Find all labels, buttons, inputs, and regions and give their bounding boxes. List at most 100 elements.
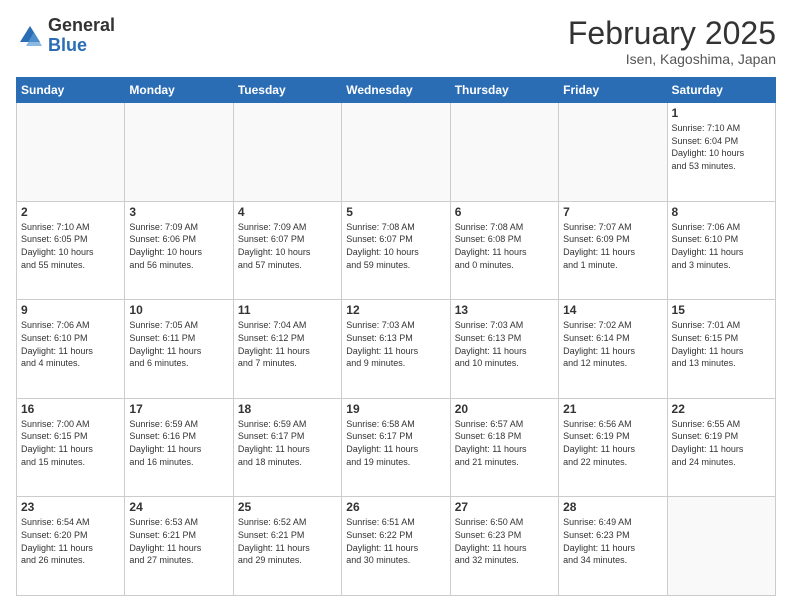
day-number: 13	[455, 303, 554, 317]
weekday-header-row: SundayMondayTuesdayWednesdayThursdayFrid…	[17, 78, 776, 103]
day-info: Sunrise: 6:56 AM Sunset: 6:19 PM Dayligh…	[563, 418, 662, 468]
week-row-2: 9 Sunrise: 7:06 AM Sunset: 6:10 PM Daylig…	[17, 300, 776, 399]
day-cell: 25 Sunrise: 6:52 AM Sunset: 6:21 PM Dayli…	[233, 497, 341, 596]
day-cell: 21 Sunrise: 6:56 AM Sunset: 6:19 PM Dayli…	[559, 398, 667, 497]
day-info: Sunrise: 7:02 AM Sunset: 6:14 PM Dayligh…	[563, 319, 662, 369]
day-info: Sunrise: 6:53 AM Sunset: 6:21 PM Dayligh…	[129, 516, 228, 566]
day-number: 11	[238, 303, 337, 317]
day-info: Sunrise: 7:05 AM Sunset: 6:11 PM Dayligh…	[129, 319, 228, 369]
day-number: 9	[21, 303, 120, 317]
day-number: 27	[455, 500, 554, 514]
day-number: 19	[346, 402, 445, 416]
day-cell: 22 Sunrise: 6:55 AM Sunset: 6:19 PM Dayli…	[667, 398, 775, 497]
day-number: 3	[129, 205, 228, 219]
day-number: 23	[21, 500, 120, 514]
day-info: Sunrise: 7:09 AM Sunset: 6:07 PM Dayligh…	[238, 221, 337, 271]
logo-text: General Blue	[48, 16, 115, 56]
day-cell: 7 Sunrise: 7:07 AM Sunset: 6:09 PM Daylig…	[559, 201, 667, 300]
logo-icon	[16, 22, 44, 50]
weekday-sunday: Sunday	[17, 78, 125, 103]
day-cell: 8 Sunrise: 7:06 AM Sunset: 6:10 PM Daylig…	[667, 201, 775, 300]
day-number: 17	[129, 402, 228, 416]
header: General Blue February 2025 Isen, Kagoshi…	[16, 16, 776, 67]
day-cell	[667, 497, 775, 596]
day-info: Sunrise: 6:55 AM Sunset: 6:19 PM Dayligh…	[672, 418, 771, 468]
week-row-3: 16Sunrise: 7:00 AM Sunset: 6:15 PM Dayli…	[17, 398, 776, 497]
day-number: 8	[672, 205, 771, 219]
day-cell: 17 Sunrise: 6:59 AM Sunset: 6:16 PM Dayli…	[125, 398, 233, 497]
day-number: 4	[238, 205, 337, 219]
weekday-saturday: Saturday	[667, 78, 775, 103]
day-number: 1	[672, 106, 771, 120]
location: Isen, Kagoshima, Japan	[568, 51, 776, 67]
day-number: 21	[563, 402, 662, 416]
day-cell: 27 Sunrise: 6:50 AM Sunset: 6:23 PM Dayli…	[450, 497, 558, 596]
day-cell: 19 Sunrise: 6:58 AM Sunset: 6:17 PM Dayli…	[342, 398, 450, 497]
day-info: Sunrise: 6:51 AM Sunset: 6:22 PM Dayligh…	[346, 516, 445, 566]
day-number: 18	[238, 402, 337, 416]
day-info: Sunrise: 6:58 AM Sunset: 6:17 PM Dayligh…	[346, 418, 445, 468]
day-info: Sunrise: 7:09 AM Sunset: 6:06 PM Dayligh…	[129, 221, 228, 271]
day-number: 24	[129, 500, 228, 514]
day-number: 10	[129, 303, 228, 317]
day-info: Sunrise: 7:03 AM Sunset: 6:13 PM Dayligh…	[346, 319, 445, 369]
day-info: Sunrise: 6:59 AM Sunset: 6:16 PM Dayligh…	[129, 418, 228, 468]
day-cell: 1 Sunrise: 7:10 AM Sunset: 6:04 PM Daylig…	[667, 103, 775, 202]
week-row-0: 1 Sunrise: 7:10 AM Sunset: 6:04 PM Daylig…	[17, 103, 776, 202]
day-cell: 10 Sunrise: 7:05 AM Sunset: 6:11 PM Dayli…	[125, 300, 233, 399]
page: General Blue February 2025 Isen, Kagoshi…	[0, 0, 792, 612]
calendar: SundayMondayTuesdayWednesdayThursdayFrid…	[16, 77, 776, 596]
day-number: 7	[563, 205, 662, 219]
day-number: 22	[672, 402, 771, 416]
logo-general: General	[48, 15, 115, 35]
day-number: 26	[346, 500, 445, 514]
day-info: Sunrise: 7:10 AM Sunset: 6:04 PM Dayligh…	[672, 122, 771, 172]
day-cell: 24 Sunrise: 6:53 AM Sunset: 6:21 PM Dayli…	[125, 497, 233, 596]
day-info: Sunrise: 7:01 AM Sunset: 6:15 PM Dayligh…	[672, 319, 771, 369]
day-cell: 6Sunrise: 7:08 AM Sunset: 6:08 PM Daylig…	[450, 201, 558, 300]
day-number: 6	[455, 205, 554, 219]
day-cell	[17, 103, 125, 202]
day-cell: 5 Sunrise: 7:08 AM Sunset: 6:07 PM Daylig…	[342, 201, 450, 300]
weekday-friday: Friday	[559, 78, 667, 103]
day-info: Sunrise: 7:06 AM Sunset: 6:10 PM Dayligh…	[21, 319, 120, 369]
day-number: 15	[672, 303, 771, 317]
day-cell: 12 Sunrise: 7:03 AM Sunset: 6:13 PM Dayli…	[342, 300, 450, 399]
day-info: Sunrise: 7:06 AM Sunset: 6:10 PM Dayligh…	[672, 221, 771, 271]
day-cell: 13 Sunrise: 7:03 AM Sunset: 6:13 PM Dayli…	[450, 300, 558, 399]
day-info: Sunrise: 7:08 AM Sunset: 6:07 PM Dayligh…	[346, 221, 445, 271]
day-cell: 11Sunrise: 7:04 AM Sunset: 6:12 PM Dayli…	[233, 300, 341, 399]
logo: General Blue	[16, 16, 115, 56]
day-cell: 23Sunrise: 6:54 AM Sunset: 6:20 PM Dayli…	[17, 497, 125, 596]
day-cell: 3 Sunrise: 7:09 AM Sunset: 6:06 PM Daylig…	[125, 201, 233, 300]
week-row-1: 2Sunrise: 7:10 AM Sunset: 6:05 PM Daylig…	[17, 201, 776, 300]
day-cell: 16Sunrise: 7:00 AM Sunset: 6:15 PM Dayli…	[17, 398, 125, 497]
weekday-monday: Monday	[125, 78, 233, 103]
day-number: 12	[346, 303, 445, 317]
day-number: 14	[563, 303, 662, 317]
day-cell: 4 Sunrise: 7:09 AM Sunset: 6:07 PM Daylig…	[233, 201, 341, 300]
day-number: 5	[346, 205, 445, 219]
day-info: Sunrise: 7:03 AM Sunset: 6:13 PM Dayligh…	[455, 319, 554, 369]
day-info: Sunrise: 6:52 AM Sunset: 6:21 PM Dayligh…	[238, 516, 337, 566]
day-number: 20	[455, 402, 554, 416]
day-info: Sunrise: 7:07 AM Sunset: 6:09 PM Dayligh…	[563, 221, 662, 271]
day-number: 16	[21, 402, 120, 416]
calendar-header: SundayMondayTuesdayWednesdayThursdayFrid…	[17, 78, 776, 103]
day-cell	[450, 103, 558, 202]
day-cell	[233, 103, 341, 202]
day-cell	[125, 103, 233, 202]
day-info: Sunrise: 6:57 AM Sunset: 6:18 PM Dayligh…	[455, 418, 554, 468]
day-number: 25	[238, 500, 337, 514]
day-cell: 18Sunrise: 6:59 AM Sunset: 6:17 PM Dayli…	[233, 398, 341, 497]
day-info: Sunrise: 6:50 AM Sunset: 6:23 PM Dayligh…	[455, 516, 554, 566]
day-cell: 9 Sunrise: 7:06 AM Sunset: 6:10 PM Daylig…	[17, 300, 125, 399]
day-cell: 14 Sunrise: 7:02 AM Sunset: 6:14 PM Dayli…	[559, 300, 667, 399]
logo-blue-text: Blue	[48, 35, 87, 55]
weekday-thursday: Thursday	[450, 78, 558, 103]
day-number: 28	[563, 500, 662, 514]
day-cell: 15 Sunrise: 7:01 AM Sunset: 6:15 PM Dayli…	[667, 300, 775, 399]
month-title: February 2025	[568, 16, 776, 51]
day-info: Sunrise: 7:10 AM Sunset: 6:05 PM Dayligh…	[21, 221, 120, 271]
day-cell	[342, 103, 450, 202]
